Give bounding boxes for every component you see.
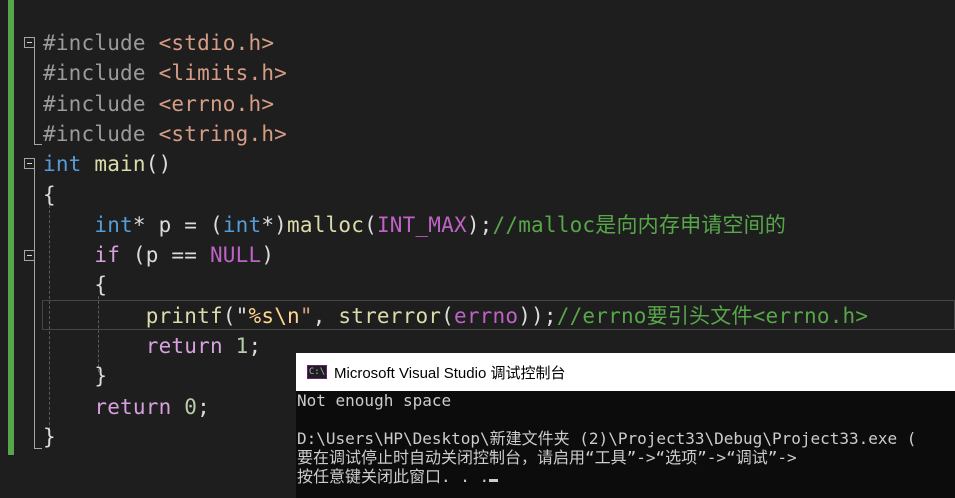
code-token: ,: [312, 303, 339, 328]
console-line: Not enough space: [297, 391, 452, 410]
code-token: ;: [248, 334, 262, 358]
code-token: }: [43, 364, 108, 389]
code-token: {: [43, 273, 108, 298]
code-token: int: [222, 212, 262, 237]
code-token: *): [261, 212, 288, 237]
code-line[interactable]: int main(): [43, 149, 171, 179]
code-token: #include: [43, 31, 159, 55]
fold-line: [34, 48, 35, 145]
code-line[interactable]: }: [43, 361, 107, 391]
collapse-if-button[interactable]: [24, 250, 35, 261]
fold-end-tick: [34, 144, 42, 145]
code-token: return: [145, 334, 223, 358]
code-line[interactable]: }: [43, 422, 56, 452]
code-token: 0: [184, 394, 198, 419]
code-line[interactable]: #include <string.h>: [43, 119, 287, 149]
code-token: %s: [248, 303, 275, 328]
code-token: <limits.h>: [158, 61, 288, 86]
fold-line: [34, 261, 35, 389]
code-token: ": [299, 303, 313, 328]
code-token: ): [261, 243, 275, 268]
code-token: {: [43, 182, 56, 207]
code-token: ;: [197, 394, 210, 419]
code-token: (p ==: [120, 243, 210, 268]
console-line: 要在调试停止时自动关闭控制台，请启用“工具”->“选项”->“调试”->: [297, 448, 797, 467]
code-token: int: [94, 212, 133, 237]
code-token: //errno要引头文件<errno.h>: [556, 303, 869, 328]
fold-end-tick: [34, 448, 42, 449]
code-token: <string.h>: [158, 121, 288, 146]
code-line[interactable]: #include <limits.h>: [43, 58, 287, 88]
code-token: );: [466, 212, 493, 237]
code-token: #include: [43, 91, 159, 116]
change-tracking-bar: [8, 0, 14, 455]
code-token: = (: [171, 212, 223, 237]
code-line[interactable]: #include <errno.h>: [43, 89, 274, 119]
console-titlebar[interactable]: C:\ Microsoft Visual Studio 调试控制台: [296, 353, 955, 391]
console-app-icon: C:\: [307, 365, 327, 379]
code-token: strerror: [338, 303, 442, 328]
code-token: (": [222, 303, 249, 328]
code-token: #include: [43, 121, 159, 146]
code-token: (): [145, 152, 172, 177]
code-token: \n: [274, 303, 300, 328]
code-token: p: [158, 212, 172, 237]
code-token: NULL: [209, 243, 262, 268]
code-line[interactable]: #include <stdio.h>: [43, 28, 274, 58]
code-token: printf: [145, 303, 223, 328]
code-line[interactable]: printf("%s\n", strerror(errno));//errno要…: [43, 301, 868, 331]
code-line[interactable]: {: [43, 270, 107, 300]
debug-console-window[interactable]: C:\ Microsoft Visual Studio 调试控制台 Not en…: [296, 353, 955, 498]
code-token: main: [94, 152, 146, 177]
collapse-main-button[interactable]: [24, 158, 35, 169]
console-title: Microsoft Visual Studio 调试控制台: [334, 364, 566, 382]
code-token: }: [43, 424, 56, 449]
console-output: Not enough space D:\Users\HP\Desktop\新建文…: [296, 391, 955, 486]
code-line[interactable]: return 1;: [43, 331, 261, 361]
console-line: D:\Users\HP\Desktop\新建文件夹 (2)\Project33\…: [297, 429, 917, 448]
code-token: (: [364, 212, 377, 237]
code-token: 1: [235, 334, 249, 358]
code-token: (: [441, 303, 454, 328]
code-token: //malloc是向内存申请空间的: [492, 212, 787, 237]
code-token: <errno.h>: [158, 91, 275, 116]
code-line[interactable]: if (p == NULL): [43, 240, 274, 270]
code-line[interactable]: int* p = (int*)malloc(INT_MAX);//malloc是…: [43, 210, 786, 240]
console-prompt-text: 按任意键关闭此窗口. . .: [297, 467, 490, 486]
code-token: <stdio.h>: [158, 31, 275, 55]
code-token: errno: [454, 303, 519, 328]
code-token: int: [43, 152, 82, 177]
code-token: ));: [518, 303, 557, 328]
code-token: #include: [43, 61, 159, 86]
code-token: return: [94, 394, 172, 419]
console-line: 按任意键关闭此窗口. . .: [297, 467, 955, 486]
code-token: if: [94, 243, 121, 268]
code-line[interactable]: return 0;: [43, 392, 210, 422]
code-token: malloc: [287, 212, 365, 237]
code-line[interactable]: {: [43, 180, 56, 210]
code-token: INT_MAX: [376, 212, 467, 237]
collapse-includes-button[interactable]: [24, 37, 35, 48]
code-token: *: [132, 212, 159, 237]
text-cursor: [489, 479, 499, 482]
